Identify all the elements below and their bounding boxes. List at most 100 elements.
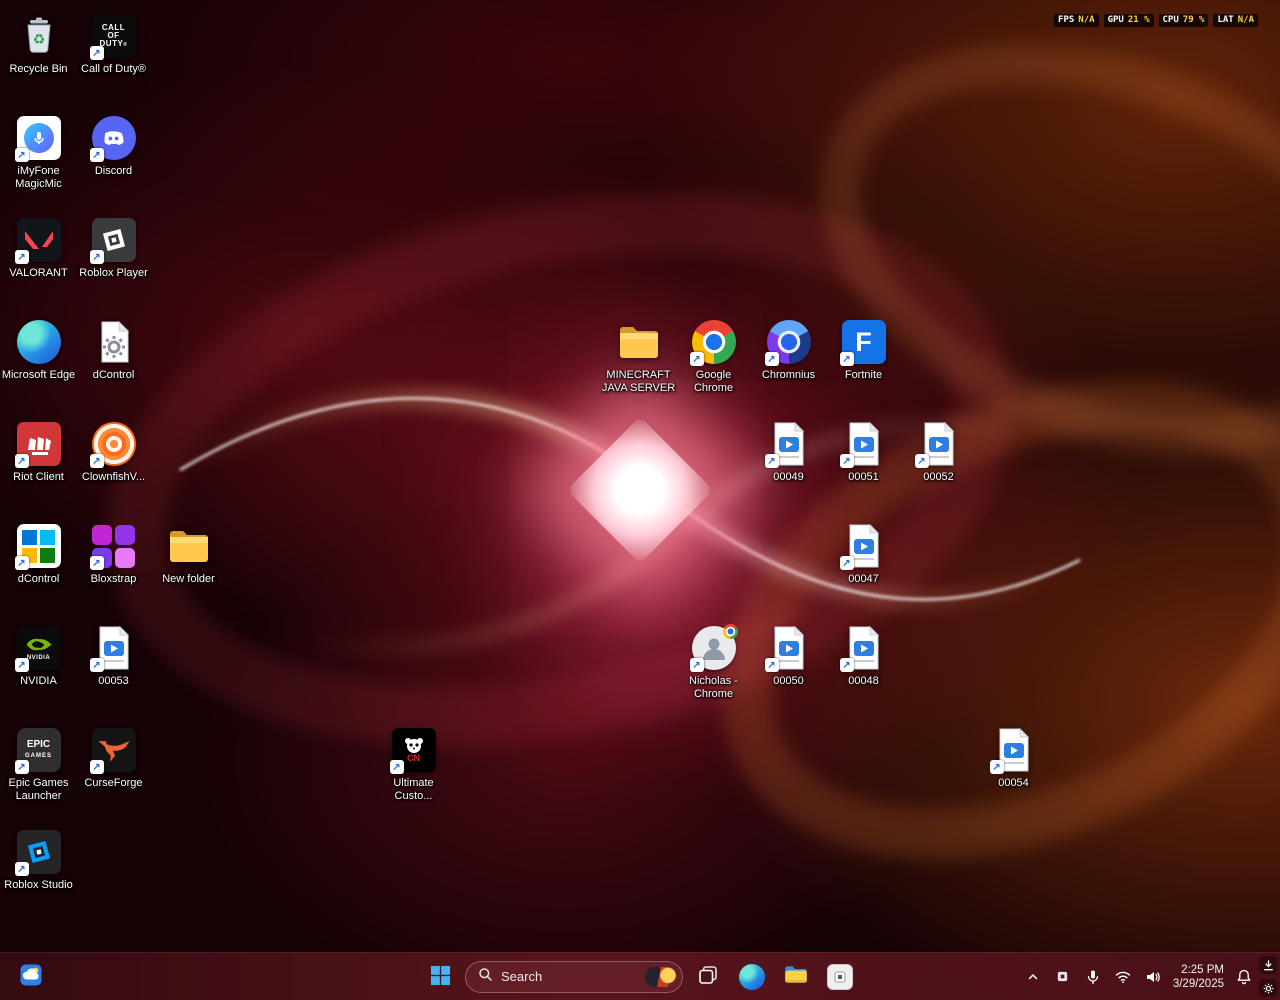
shortcut-arrow-badge: ↗: [15, 148, 29, 162]
fortnite-icon: F↗: [840, 318, 888, 366]
corner-settings-icon[interactable]: [1259, 979, 1277, 997]
desktop-icons: ♻ Recycle Bin CALLOFDUTY®↗Call of Duty® ↗ iM…: [0, 0, 1280, 952]
desktop-icon-new-folder[interactable]: New folder: [151, 522, 226, 586]
desktop-icon-curseforge[interactable]: ↗CurseForge: [76, 726, 151, 790]
media-file-icon: ↗: [990, 726, 1038, 774]
desktop-icon-valorant[interactable]: ↗ VALORANT: [1, 216, 76, 280]
desktop-icon-clownfishv[interactable]: ↗ClownfishV...: [76, 420, 151, 484]
desktop-icon-00048[interactable]: ↗00048: [826, 624, 901, 688]
desktop-icon-label: 00050: [773, 675, 804, 688]
desktop-surface[interactable]: FPS N/A GPU 21 % CPU 79 % LAT N/A ♻Recyc…: [0, 0, 1280, 1000]
shortcut-arrow-badge: ↗: [840, 352, 854, 366]
desktop-icon-00047[interactable]: ↗ 00047: [826, 522, 901, 586]
taskbar-search[interactable]: Search: [465, 961, 683, 993]
desktop-icon-epic-games-launcher[interactable]: EPICGAMES↗Epic Games Launcher: [1, 726, 76, 803]
desktop-icon-nvidia[interactable]: NVIDIA↗NVIDIA: [1, 624, 76, 688]
desktop-icon-label: 00049: [773, 471, 804, 484]
volume-icon[interactable]: [1143, 963, 1163, 991]
desktop-icon-recycle-bin[interactable]: ♻ Recycle Bin: [1, 12, 76, 76]
dcontrol-app-icon: ↗: [15, 522, 63, 570]
desktop-icon-label: Ultimate Custo...: [377, 777, 451, 803]
desktop-icon-label: Nicholas - Chrome: [677, 675, 751, 701]
desktop-icon-00049[interactable]: ↗ 00049: [751, 420, 826, 484]
desktop-icon-chromnius[interactable]: ↗Chromnius: [751, 318, 826, 382]
desktop-icon-label: MINECRAFT JAVA SERVER: [602, 369, 676, 395]
desktop-icon-label: Fortnite: [845, 369, 882, 382]
microphone-tray-icon[interactable]: [1083, 963, 1103, 991]
desktop-icon-label: iMyFone MagicMic: [2, 165, 76, 191]
desktop-icon-label: Discord: [95, 165, 132, 178]
shortcut-arrow-badge: ↗: [90, 658, 104, 672]
desktop-icon-fortnite[interactable]: F↗ Fortnite: [826, 318, 901, 382]
windows-logo-icon: [430, 965, 451, 989]
desktop-icon-label: 00051: [848, 471, 879, 484]
desktop-icon-label: 00054: [998, 777, 1029, 790]
svg-text:♻: ♻: [32, 31, 45, 47]
wifi-icon[interactable]: [1113, 963, 1133, 991]
shortcut-arrow-badge: ↗: [90, 760, 104, 774]
nvidia-icon: NVIDIA↗: [15, 624, 63, 672]
widgets-button[interactable]: [12, 958, 50, 996]
desktop-icon-label: Recycle Bin: [9, 63, 67, 76]
desktop-icon-discord[interactable]: ↗ Discord: [76, 114, 151, 178]
call-of-duty-icon: CALLOFDUTY®↗: [90, 12, 138, 60]
roblox-studio-icon: ↗: [15, 828, 63, 876]
desktop-icon-label: Roblox Player: [79, 267, 147, 280]
desktop-icon-dcontrol[interactable]: dControl: [76, 318, 151, 382]
media-file-icon: ↗: [840, 522, 888, 570]
media-file-icon: ↗: [840, 624, 888, 672]
desktop-icon-call-of-duty[interactable]: CALLOFDUTY®↗Call of Duty®: [76, 12, 151, 76]
edge-icon: [739, 964, 765, 990]
desktop-icon-microsoft-edge[interactable]: Microsoft Edge: [1, 318, 76, 382]
desktop-icon-00054[interactable]: ↗ 00054: [976, 726, 1051, 790]
desktop-icon-minecraft-java-server[interactable]: MINECRAFT JAVA SERVER: [601, 318, 676, 395]
desktop-icon-roblox-player[interactable]: ↗Roblox Player: [76, 216, 151, 280]
desktop-icon-00051[interactable]: ↗00051: [826, 420, 901, 484]
folder-icon: [615, 318, 663, 366]
riot-client-icon: ↗: [15, 420, 63, 468]
desktop-icon-google-chrome[interactable]: ↗Google Chrome: [676, 318, 751, 395]
taskbar-clock[interactable]: 2:25 PM 3/29/2025: [1173, 963, 1224, 991]
pinned-app-button[interactable]: [821, 958, 859, 996]
shortcut-arrow-badge: ↗: [90, 148, 104, 162]
start-button[interactable]: [421, 958, 459, 996]
media-file-icon: ↗: [90, 624, 138, 672]
media-file-icon: ↗: [765, 420, 813, 468]
recycle-bin-icon: ♻: [15, 12, 63, 60]
epic-games-icon: EPICGAMES↗: [15, 726, 63, 774]
desktop-icon-imyfone-magicmic[interactable]: ↗ iMyFone MagicMic: [1, 114, 76, 191]
desktop-icon-label: dControl: [18, 573, 60, 586]
shortcut-arrow-badge: ↗: [15, 250, 29, 264]
desktop-icon-riot-client[interactable]: ↗ Riot Client: [1, 420, 76, 484]
shortcut-arrow-badge: ↗: [840, 556, 854, 570]
desktop-icon-00053[interactable]: ↗ 00053: [76, 624, 151, 688]
edge-icon: [15, 318, 63, 366]
shortcut-arrow-badge: ↗: [765, 454, 779, 468]
shortcut-arrow-badge: ↗: [15, 454, 29, 468]
file-explorer-button[interactable]: [777, 958, 815, 996]
tray-app-icon[interactable]: [1053, 963, 1073, 991]
desktop-icon-label: Roblox Studio: [4, 879, 73, 892]
task-view-button[interactable]: [689, 958, 727, 996]
desktop-icon-00050[interactable]: ↗00050: [751, 624, 826, 688]
desktop-icon-label: 00053: [98, 675, 129, 688]
folder-icon: [165, 522, 213, 570]
desktop-icon-label: Riot Client: [13, 471, 64, 484]
desktop-icon-dcontrol[interactable]: ↗ dControl: [1, 522, 76, 586]
shortcut-arrow-badge: ↗: [90, 454, 104, 468]
hidden-icons-chevron[interactable]: [1023, 963, 1043, 991]
desktop-icon-label: 00047: [848, 573, 879, 586]
search-highlight-image: [645, 967, 677, 987]
edge-taskbar-button[interactable]: [733, 958, 771, 996]
shortcut-arrow-badge: ↗: [915, 454, 929, 468]
update-tray-icon[interactable]: [1259, 956, 1277, 974]
notifications-bell-icon[interactable]: [1234, 963, 1254, 991]
widgets-weather-icon: [19, 963, 43, 990]
desktop-icon-label: VALORANT: [9, 267, 67, 280]
desktop-icon-00052[interactable]: ↗00052: [901, 420, 976, 484]
shortcut-arrow-badge: ↗: [690, 352, 704, 366]
desktop-icon-roblox-studio[interactable]: ↗ Roblox Studio: [1, 828, 76, 892]
desktop-icon-bloxstrap[interactable]: ↗Bloxstrap: [76, 522, 151, 586]
desktop-icon-nicholas-chrome[interactable]: ↗Nicholas - Chrome: [676, 624, 751, 701]
desktop-icon-ultimate-custo[interactable]: CN↗Ultimate Custo...: [376, 726, 451, 803]
